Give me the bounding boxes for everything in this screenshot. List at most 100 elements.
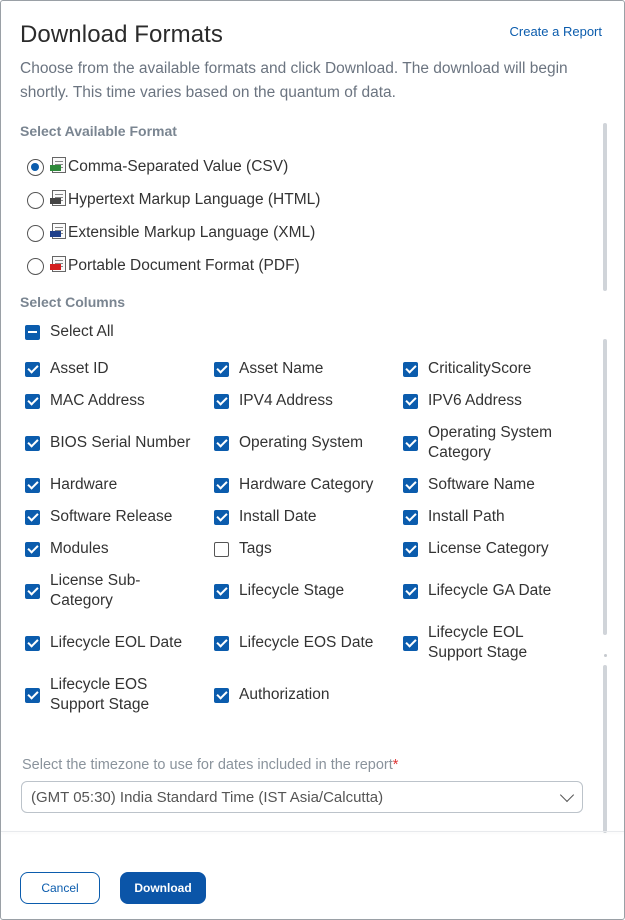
footer-divider <box>1 831 624 832</box>
column-label: License Sub-Category <box>50 572 141 609</box>
html-file-icon <box>50 190 66 206</box>
column-label: Operating System Category <box>428 424 553 461</box>
column-checkbox-row[interactable]: Install Path <box>403 507 578 527</box>
checkbox-checked[interactable] <box>25 477 40 493</box>
column-checkbox-row[interactable]: Hardware Category <box>214 475 399 495</box>
checkbox-checked[interactable] <box>403 541 418 557</box>
format-option-label: Portable Document Format (PDF) <box>68 257 300 274</box>
download-button[interactable]: Download <box>120 872 206 904</box>
format-option-csv[interactable]: Comma-Separated Value (CSV) <box>27 156 288 178</box>
format-option-pdf[interactable]: Portable Document Format (PDF) <box>27 255 300 277</box>
csv-file-icon <box>50 157 66 173</box>
timezone-select-value: (GMT 05:30) India Standard Time (IST Asi… <box>31 788 384 806</box>
column-checkbox-row[interactable]: CriticalityScore <box>403 359 578 379</box>
column-checkbox-row[interactable]: License Sub-Category <box>25 571 160 611</box>
column-checkbox-row[interactable]: IPV4 Address <box>214 391 399 411</box>
column-checkbox-row[interactable]: Asset ID <box>25 359 200 379</box>
cancel-button[interactable]: Cancel <box>20 872 100 904</box>
column-checkbox-row[interactable]: Lifecycle EOL Date <box>25 623 200 663</box>
column-checkbox-row[interactable]: Operating System <box>214 423 399 463</box>
checkbox-checked[interactable] <box>214 477 229 493</box>
checkbox-checked[interactable] <box>214 635 229 651</box>
column-checkbox-row[interactable]: IPV6 Address <box>403 391 578 411</box>
checkbox-checked[interactable] <box>214 393 229 409</box>
checkbox-checked[interactable] <box>25 509 40 525</box>
checkbox-checked[interactable] <box>403 509 418 525</box>
column-checkbox-row[interactable]: Lifecycle Stage <box>214 571 399 611</box>
column-label: Lifecycle EOL Date <box>50 634 183 651</box>
column-label: IPV6 Address <box>428 392 522 409</box>
column-checkbox-row[interactable]: Software Release <box>25 507 200 527</box>
column-checkbox-row[interactable]: Modules <box>25 539 200 559</box>
column-label: IPV4 Address <box>239 392 333 409</box>
column-checkbox-row[interactable]: Software Name <box>403 475 578 495</box>
checkbox-checked[interactable] <box>214 509 229 525</box>
checkbox-checked[interactable] <box>25 361 40 377</box>
checkbox-checked[interactable] <box>403 435 418 451</box>
column-checkbox-row[interactable]: MAC Address <box>25 391 200 411</box>
format-option-xml[interactable]: Extensible Markup Language (XML) <box>27 222 315 244</box>
select-all-checkbox[interactable] <box>25 324 40 340</box>
lower-scrollbar[interactable] <box>603 665 607 833</box>
column-checkbox-row[interactable]: Install Date <box>214 507 399 527</box>
column-checkbox-row[interactable]: BIOS Serial Number <box>25 423 200 463</box>
checkbox-checked[interactable] <box>403 635 418 651</box>
pdf-file-icon <box>50 256 66 272</box>
column-checkbox-row[interactable]: Tags <box>214 539 399 559</box>
checkbox-checked[interactable] <box>25 541 40 557</box>
checkbox-checked[interactable] <box>214 435 229 451</box>
radio-button[interactable] <box>27 257 44 275</box>
column-checkbox-row[interactable]: Lifecycle EOS Support Stage <box>25 675 160 715</box>
checkbox-checked[interactable] <box>403 393 418 409</box>
column-label: CriticalityScore <box>428 360 532 377</box>
checkbox-checked[interactable] <box>214 583 229 599</box>
format-scrollbar[interactable] <box>603 123 607 291</box>
checkbox-checked[interactable] <box>25 393 40 409</box>
format-section-label: Select Available Format <box>20 123 177 139</box>
format-option-label: Extensible Markup Language (XML) <box>68 224 316 241</box>
column-label: Tags <box>239 540 272 557</box>
checkbox-checked[interactable] <box>214 361 229 377</box>
column-label: Lifecycle EOS Date <box>239 634 374 651</box>
dialog-description: Choose from the available formats and cl… <box>20 60 568 101</box>
column-checkbox-row[interactable]: Operating System Category <box>403 423 568 463</box>
checkbox-checked[interactable] <box>214 687 229 703</box>
format-option-label: Hypertext Markup Language (HTML) <box>68 191 321 208</box>
scroll-indicator-dot <box>604 654 607 657</box>
column-label: License Category <box>428 540 549 557</box>
checkbox-checked[interactable] <box>403 583 418 599</box>
columns-section-label: Select Columns <box>20 294 126 310</box>
column-checkbox-row[interactable]: License Category <box>403 539 578 559</box>
column-label: Lifecycle EOS Support Stage <box>50 676 150 713</box>
chevron-down-icon[interactable] <box>559 787 575 803</box>
checkbox-checked[interactable] <box>25 435 40 451</box>
column-label: Lifecycle Stage <box>239 582 345 599</box>
radio-button[interactable] <box>27 224 44 242</box>
checkbox-checked[interactable] <box>25 583 40 599</box>
column-checkbox-row[interactable]: Lifecycle EOS Date <box>214 623 399 663</box>
column-checkbox-row[interactable]: Hardware <box>25 475 200 495</box>
column-checkbox-row[interactable]: Lifecycle EOL Support Stage <box>403 623 568 663</box>
checkbox-checked[interactable] <box>403 477 418 493</box>
column-label: Install Date <box>239 508 317 525</box>
timezone-select[interactable]: (GMT 05:30) India Standard Time (IST Asi… <box>21 781 583 813</box>
dialog-title: Download Formats <box>20 21 224 48</box>
checkbox-unchecked[interactable] <box>214 541 229 557</box>
select-all-checkbox-row[interactable]: Select All <box>25 322 114 342</box>
columns-scrollbar[interactable] <box>603 339 607 635</box>
column-checkbox-row[interactable]: Authorization <box>214 675 399 715</box>
create-report-link[interactable]: Create a Report <box>510 24 603 39</box>
required-mark: * <box>392 757 399 773</box>
radio-button[interactable] <box>27 191 44 209</box>
column-checkbox-row[interactable]: Lifecycle GA Date <box>403 571 578 611</box>
column-label: Asset Name <box>239 360 324 377</box>
checkbox-checked[interactable] <box>25 635 40 651</box>
format-option-html[interactable]: Hypertext Markup Language (HTML) <box>27 189 320 211</box>
column-label: Software Name <box>428 476 535 493</box>
column-label: Authorization <box>239 686 330 703</box>
column-checkbox-row[interactable]: Asset Name <box>214 359 399 379</box>
radio-button-selected[interactable] <box>27 158 44 176</box>
checkbox-checked[interactable] <box>403 361 418 377</box>
xml-file-icon <box>50 223 66 239</box>
checkbox-checked[interactable] <box>25 687 40 703</box>
